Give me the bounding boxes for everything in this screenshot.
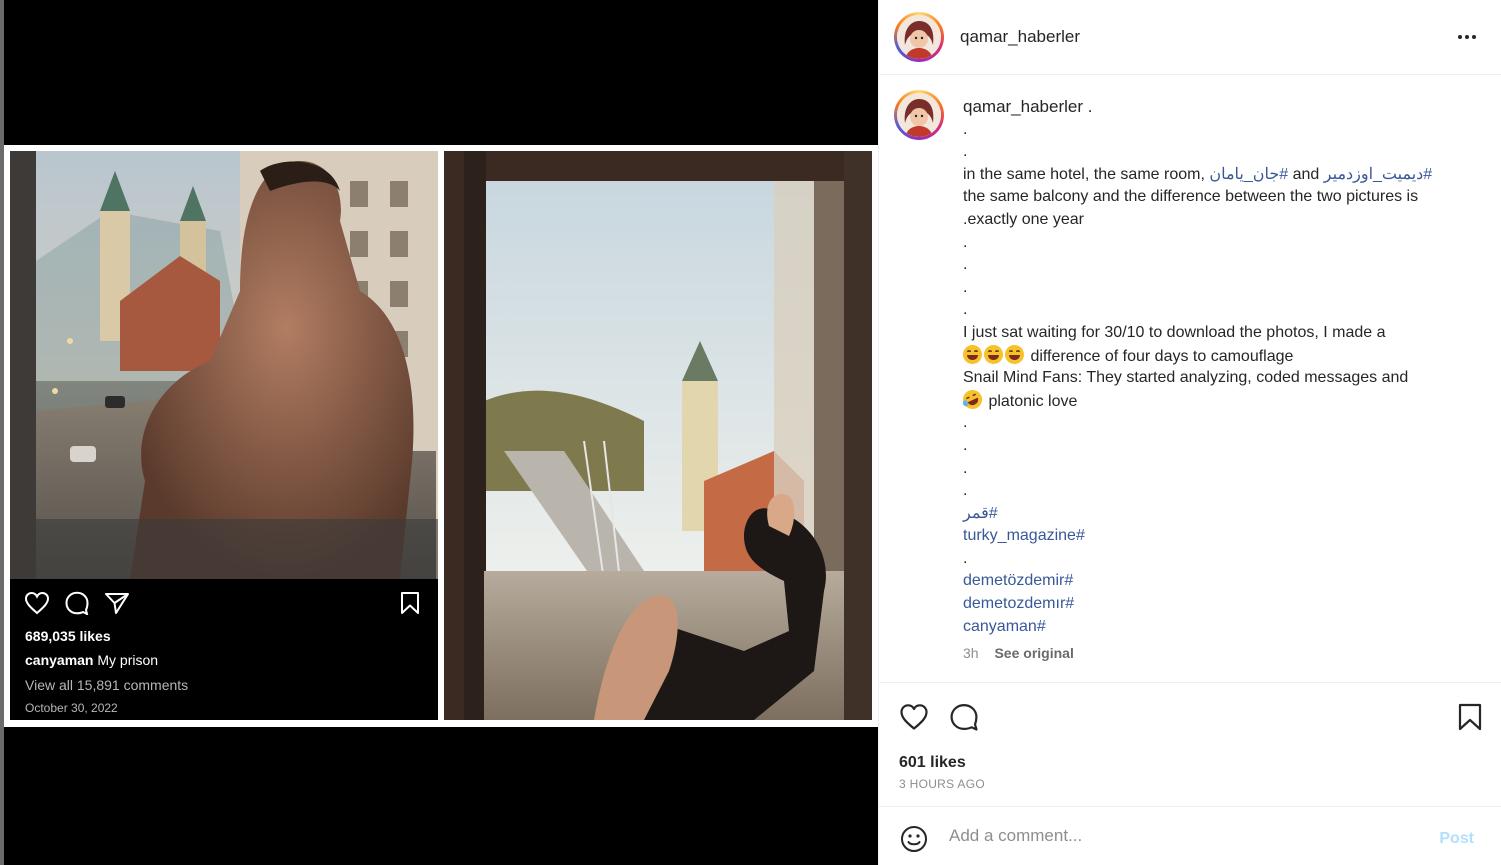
caption-line: . xyxy=(963,436,968,454)
embedded-share-icon xyxy=(105,593,129,614)
caption-line: . xyxy=(963,549,968,567)
laughing-emoji-icon xyxy=(984,344,1003,364)
embedded-caption: canyaman My prison xyxy=(25,652,158,668)
caption-line: . xyxy=(963,233,968,251)
caption-meta: 3h See original xyxy=(963,645,1074,661)
post-comment-button[interactable]: Post xyxy=(1439,830,1474,848)
caption-line: . xyxy=(963,414,968,432)
caption-line: . xyxy=(963,120,968,138)
avatar-illustration-icon xyxy=(897,93,941,137)
post-actions: 601 likes 3 HOURS AGO xyxy=(879,682,1501,807)
caption-line: platonic love xyxy=(959,386,1483,413)
laughing-emoji-icon xyxy=(963,344,982,364)
see-original-link[interactable]: See original xyxy=(994,645,1073,661)
rolling-laughing-emoji-icon xyxy=(959,386,986,412)
caption-line: difference of four days to camouflage xyxy=(963,344,1483,368)
caption-text: platonic love xyxy=(984,392,1078,410)
caption-line: .exactly one year xyxy=(963,210,1084,228)
embedded-caption-text: My prison xyxy=(93,652,159,668)
embedded-instagram-post-panel: 689,035 likes canyaman My prison View al… xyxy=(10,579,438,720)
left-photo-instagram-screenshot: 689,035 likes canyaman My prison View al… xyxy=(10,151,438,720)
hashtag-link[interactable]: جان_يامان# xyxy=(1209,166,1288,183)
hashtag-link[interactable]: demetozdemır# xyxy=(963,593,1483,616)
likes-count[interactable]: 601 likes xyxy=(899,754,966,772)
embedded-heart-icon xyxy=(24,591,50,615)
right-photo-balcony-woman xyxy=(444,151,872,720)
post-caption: qamar_haberler . . . in the same hotel, … xyxy=(959,96,1483,639)
caption-line: . xyxy=(963,278,968,296)
hotel-window-man-photo xyxy=(10,151,438,579)
heart-icon[interactable] xyxy=(899,703,929,731)
more-options-icon xyxy=(1458,35,1476,39)
post-header: qamar_haberler xyxy=(879,0,1501,75)
caption-line: . xyxy=(963,301,968,319)
header-username[interactable]: qamar_haberler xyxy=(960,27,1080,47)
caption-text: difference of four days to camouflage xyxy=(1026,347,1294,365)
balcony-woman-photo xyxy=(444,151,872,720)
hashtag-link[interactable]: turky_magazine# xyxy=(963,525,1483,548)
photo-collage: 689,035 likes canyaman My prison View al… xyxy=(4,145,878,727)
comment-input[interactable] xyxy=(949,826,1429,846)
post-timestamp: 3 HOURS AGO xyxy=(899,777,985,791)
embedded-likes: 689,035 likes xyxy=(25,628,111,644)
caption-avatar[interactable] xyxy=(894,90,944,140)
post-time-short[interactable]: 3h xyxy=(963,645,979,661)
smiley-icon[interactable] xyxy=(900,825,928,853)
hashtag-link[interactable]: demetözdemir# xyxy=(963,570,1483,593)
caption-line: Snail Mind Fans: They started analyzing,… xyxy=(963,369,1409,387)
caption-line: . xyxy=(963,459,968,477)
embedded-date: October 30, 2022 xyxy=(25,701,118,715)
bookmark-icon[interactable] xyxy=(1457,703,1483,731)
caption-line: . xyxy=(963,143,968,161)
hashtag-link[interactable]: ديميت_اوزدمير# xyxy=(1324,166,1432,183)
caption-line: . xyxy=(963,256,968,274)
comment-icon[interactable] xyxy=(949,703,979,731)
post-sidebar: qamar_haberler qamar_haberler . . . in t… xyxy=(878,0,1501,865)
embedded-bookmark-icon xyxy=(401,592,419,614)
caption-line: the same balcony and the difference betw… xyxy=(963,188,1419,206)
embedded-caption-user: canyaman xyxy=(25,652,94,668)
hashtag-link[interactable]: قمر# xyxy=(963,503,1483,526)
caption-text: and xyxy=(1288,165,1324,183)
laughing-emoji-icon xyxy=(1005,344,1024,364)
caption-line: in the same hotel, the same room, جان_يا… xyxy=(963,164,1483,187)
embedded-comment-icon xyxy=(65,591,89,615)
caption-line: . xyxy=(963,482,968,500)
caption-line: I just sat waiting for 30/10 to download… xyxy=(963,323,1386,341)
avatar[interactable] xyxy=(894,12,944,62)
embedded-comments-link: View all 15,891 comments xyxy=(25,677,189,693)
caption-username[interactable]: qamar_haberler . xyxy=(963,96,1483,119)
caption-text: in the same hotel, the same room, xyxy=(963,165,1210,183)
more-options-button[interactable] xyxy=(1452,24,1482,50)
post-media[interactable]: 689,035 likes canyaman My prison View al… xyxy=(4,0,878,865)
avatar-illustration-icon xyxy=(897,15,941,59)
hashtag-link[interactable]: canyaman# xyxy=(963,616,1483,639)
comment-bar: Post xyxy=(879,808,1501,865)
